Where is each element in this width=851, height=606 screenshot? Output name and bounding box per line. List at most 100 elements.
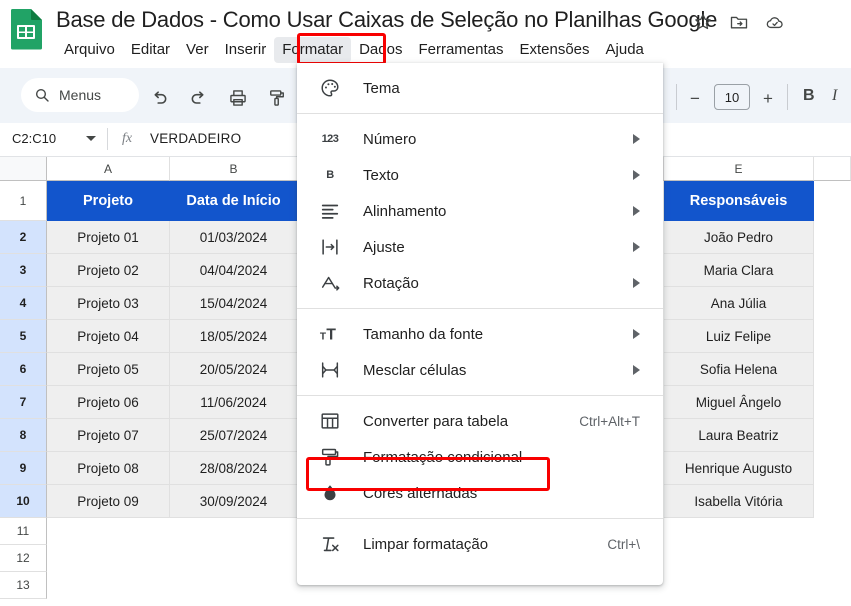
italic-button[interactable]: I xyxy=(832,87,837,105)
column-header-b[interactable]: B xyxy=(170,157,298,181)
menu-arquivo[interactable]: Arquivo xyxy=(56,37,123,63)
cell-e3[interactable]: Maria Clara xyxy=(664,254,814,287)
menu-ferramentas[interactable]: Ferramentas xyxy=(410,37,511,63)
cell-b5[interactable]: 18/05/2024 xyxy=(170,320,298,353)
submenu-arrow-icon xyxy=(633,242,640,252)
cell-b10[interactable]: 30/09/2024 xyxy=(170,485,298,518)
menuitem-converter-para-tabela[interactable]: Converter para tabela Ctrl+Alt+T xyxy=(297,403,663,439)
move-folder-icon[interactable] xyxy=(729,12,749,32)
row-header-8[interactable]: 8 xyxy=(0,419,47,452)
row-header-11[interactable]: 11 xyxy=(0,518,47,545)
search-menus-button[interactable]: Menus xyxy=(21,78,139,112)
column-header-filler-1[interactable] xyxy=(814,157,851,181)
cell-b4[interactable]: 15/04/2024 xyxy=(170,287,298,320)
menu-separator xyxy=(297,308,663,309)
cell-e4[interactable]: Ana Júlia xyxy=(664,287,814,320)
menu-extensoes[interactable]: Extensões xyxy=(511,37,597,63)
document-title[interactable]: Base de Dados - Como Usar Caixas de Sele… xyxy=(56,6,717,34)
undo-icon[interactable] xyxy=(149,88,169,108)
menu-formatar[interactable]: Formatar xyxy=(274,37,352,63)
submenu-arrow-icon xyxy=(633,365,640,375)
star-icon[interactable] xyxy=(693,12,713,32)
toolbar-divider xyxy=(676,84,677,110)
row-header-6[interactable]: 6 xyxy=(0,353,47,386)
menu-item-label: Tema xyxy=(363,79,400,97)
menuitem-mesclar-celulas[interactable]: Mesclar células xyxy=(297,352,663,388)
menuitem-texto[interactable]: B Texto xyxy=(297,157,663,193)
print-icon[interactable] xyxy=(228,88,248,108)
name-box[interactable]: C2:C10 xyxy=(12,131,56,146)
cell-a2[interactable]: Projeto 01 xyxy=(47,221,170,254)
menuitem-tamanho-da-fonte[interactable]: T T Tamanho da fonte xyxy=(297,316,663,352)
cell-e8[interactable]: Laura Beatriz xyxy=(664,419,814,452)
increase-font-size-button[interactable]: + xyxy=(763,89,773,109)
menu-dados[interactable]: Dados xyxy=(351,37,410,63)
cell-b7[interactable]: 11/06/2024 xyxy=(170,386,298,419)
clear-format-icon xyxy=(319,533,341,555)
menu-inserir[interactable]: Inserir xyxy=(217,37,275,63)
menu-item-label: Formatação condicional xyxy=(363,448,523,466)
row-header-7[interactable]: 7 xyxy=(0,386,47,419)
cell-e7[interactable]: Miguel Ângelo xyxy=(664,386,814,419)
cell-e5[interactable]: Luiz Felipe xyxy=(664,320,814,353)
column-header-a[interactable]: A xyxy=(47,157,170,181)
cell-a4[interactable]: Projeto 03 xyxy=(47,287,170,320)
menuitem-formatacao-condicional[interactable]: Formatação condicional xyxy=(297,439,663,475)
menuitem-cores-alternadas[interactable]: Cores alternadas xyxy=(297,475,663,511)
submenu-arrow-icon xyxy=(633,134,640,144)
cloud-saved-icon[interactable] xyxy=(765,12,785,32)
cell-e1-header[interactable]: Responsáveis xyxy=(664,181,814,221)
menuitem-tema[interactable]: Tema xyxy=(297,70,663,106)
menuitem-limpar-formatacao[interactable]: Limpar formatação Ctrl+\ xyxy=(297,526,663,562)
cell-b8[interactable]: 25/07/2024 xyxy=(170,419,298,452)
menu-separator xyxy=(297,395,663,396)
cell-b9[interactable]: 28/08/2024 xyxy=(170,452,298,485)
title-icon-group xyxy=(693,12,785,32)
cell-e2[interactable]: João Pedro xyxy=(664,221,814,254)
row-header-3[interactable]: 3 xyxy=(0,254,47,287)
search-menus-label: Menus xyxy=(59,87,102,103)
cell-a5[interactable]: Projeto 04 xyxy=(47,320,170,353)
cell-a7[interactable]: Projeto 06 xyxy=(47,386,170,419)
cell-a3[interactable]: Projeto 02 xyxy=(47,254,170,287)
row-header-9[interactable]: 9 xyxy=(0,452,47,485)
cell-a1-header[interactable]: Projeto xyxy=(47,181,170,221)
menuitem-numero[interactable]: 123 Número xyxy=(297,121,663,157)
redo-icon[interactable] xyxy=(189,88,209,108)
menuitem-alinhamento[interactable]: Alinhamento xyxy=(297,193,663,229)
bold-button[interactable]: B xyxy=(803,87,815,105)
chevron-down-icon[interactable] xyxy=(86,136,96,141)
menu-item-label: Alinhamento xyxy=(363,202,447,220)
menu-bar: Arquivo Editar Ver Inserir Formatar Dados Ferr… xyxy=(56,37,652,63)
row-header-13[interactable]: 13 xyxy=(0,572,47,599)
cell-a6[interactable]: Projeto 05 xyxy=(47,353,170,386)
cell-a9[interactable]: Projeto 08 xyxy=(47,452,170,485)
cell-e10[interactable]: Isabella Vitória xyxy=(664,485,814,518)
menuitem-ajuste[interactable]: Ajuste xyxy=(297,229,663,265)
cell-b1-header[interactable]: Data de Início xyxy=(170,181,298,221)
cell-e9[interactable]: Henrique Augusto xyxy=(664,452,814,485)
row-header-10[interactable]: 10 xyxy=(0,485,47,518)
row-header-5[interactable]: 5 xyxy=(0,320,47,353)
menuitem-rotacao[interactable]: Rotação xyxy=(297,265,663,301)
cell-b6[interactable]: 20/05/2024 xyxy=(170,353,298,386)
bold-b-icon: B xyxy=(326,169,334,181)
row-header-1[interactable]: 1 xyxy=(0,181,47,221)
cell-b2[interactable]: 01/03/2024 xyxy=(170,221,298,254)
cell-a8[interactable]: Projeto 07 xyxy=(47,419,170,452)
paint-format-icon[interactable] xyxy=(267,88,287,108)
cell-b3[interactable]: 04/04/2024 xyxy=(170,254,298,287)
decrease-font-size-button[interactable]: − xyxy=(690,89,700,109)
select-all-corner[interactable] xyxy=(0,157,47,181)
menu-ver[interactable]: Ver xyxy=(178,37,217,63)
menu-ajuda[interactable]: Ajuda xyxy=(598,37,652,63)
row-header-2[interactable]: 2 xyxy=(0,221,47,254)
cell-e6[interactable]: Sofia Helena xyxy=(664,353,814,386)
column-header-e[interactable]: E xyxy=(664,157,814,181)
font-size-input[interactable]: 10 xyxy=(714,84,750,110)
menu-editar[interactable]: Editar xyxy=(123,37,178,63)
row-header-4[interactable]: 4 xyxy=(0,287,47,320)
formula-input[interactable]: VERDADEIRO xyxy=(150,131,241,146)
cell-a10[interactable]: Projeto 09 xyxy=(47,485,170,518)
row-header-12[interactable]: 12 xyxy=(0,545,47,572)
